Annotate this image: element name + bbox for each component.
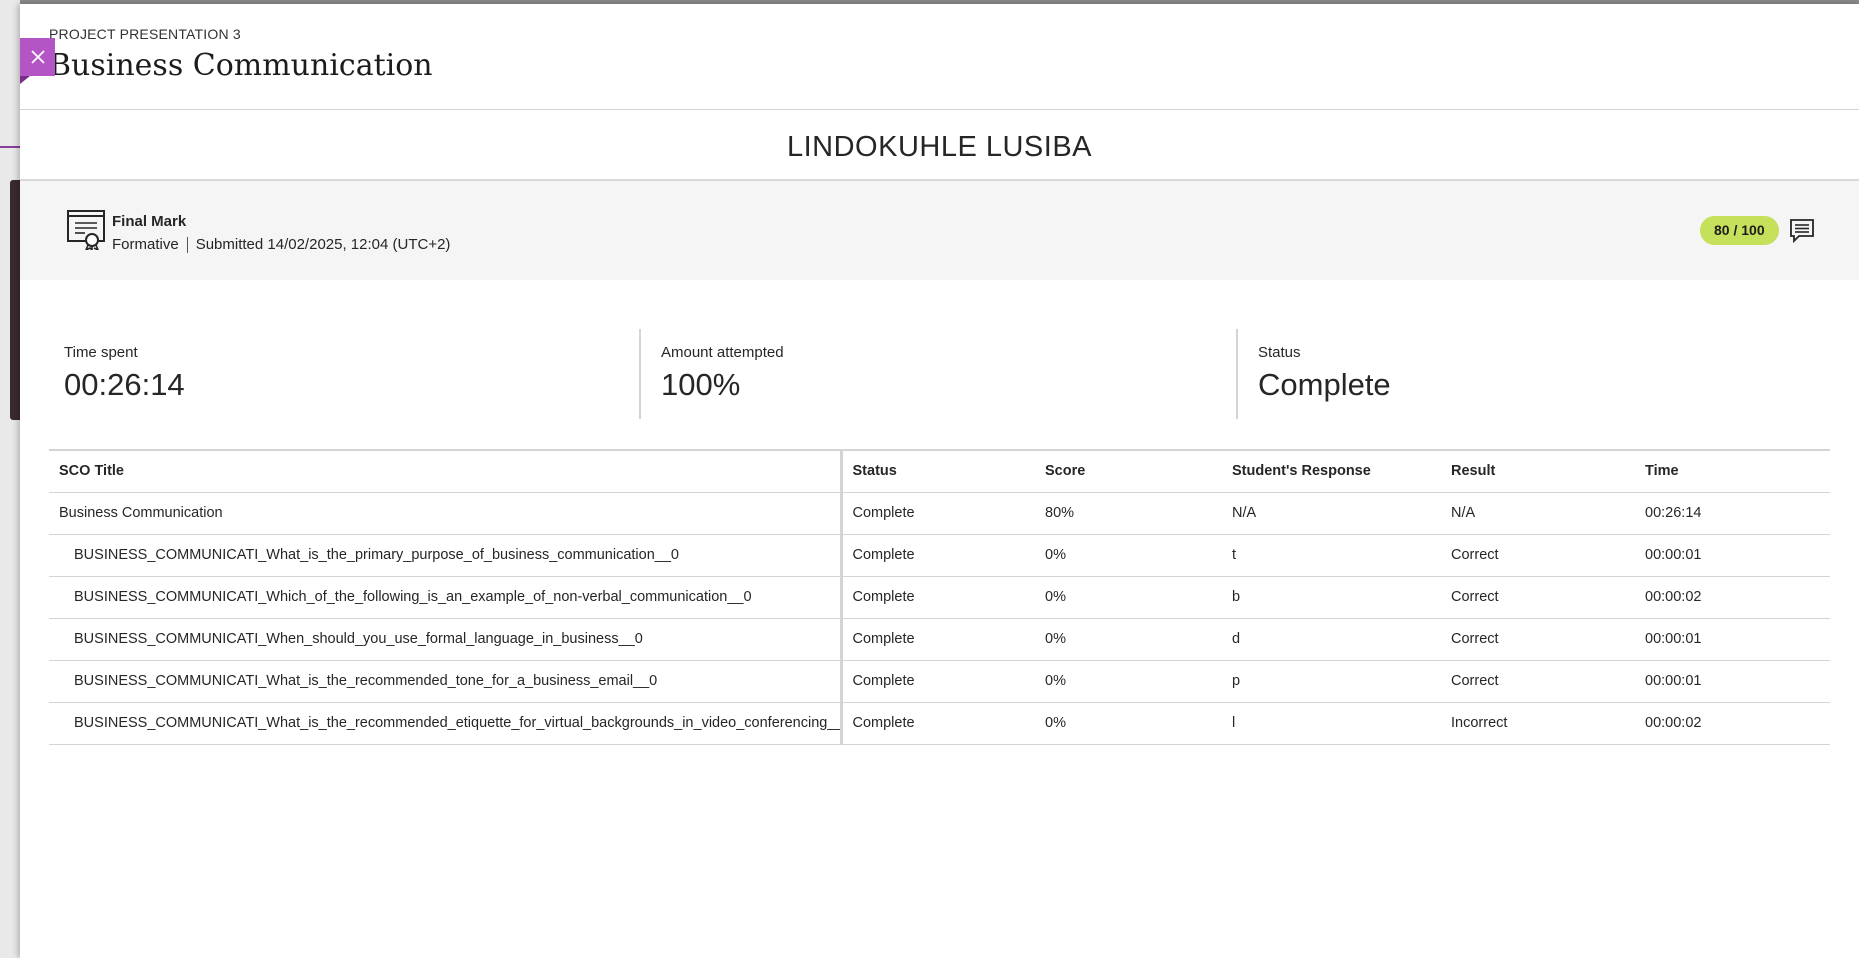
sco-response: d — [1232, 631, 1241, 647]
sco-time: 00:00:01 — [1645, 673, 1702, 689]
sco-status: Complete — [852, 715, 915, 731]
background-image — [10, 180, 20, 420]
sco-result: Correct — [1451, 589, 1499, 605]
grade-info: Final Mark Formative Submitted 14/02/202… — [112, 213, 450, 253]
page-title: Business Communication — [49, 48, 433, 83]
sco-response: t — [1232, 547, 1237, 563]
table-row: BUSINESS_COMMUNICATI_What_is_the_primary… — [49, 534, 1830, 576]
column-header: Time — [1645, 463, 1679, 480]
sco-result: Correct — [1451, 631, 1499, 647]
sco-title: BUSINESS_COMMUNICATI_Which_of_the_follow… — [49, 576, 843, 618]
column-header: Student's Response — [1232, 463, 1371, 480]
amount-attempted-label: Amount attempted — [661, 344, 784, 361]
status-value: Complete — [1258, 367, 1391, 402]
sco-status: Complete — [852, 505, 915, 521]
sco-response: p — [1232, 673, 1241, 689]
sco-status: Complete — [852, 547, 915, 563]
sco-title: BUSINESS_COMMUNICATI_What_is_the_recomme… — [49, 660, 843, 702]
grade-type: Formative — [112, 236, 179, 253]
header-divider — [20, 109, 1859, 110]
sco-time: 00:00:02 — [1645, 715, 1702, 731]
column-header: Status — [852, 463, 897, 480]
table-row: BUSINESS_COMMUNICATI_What_is_the_recomme… — [49, 660, 1830, 702]
sco-response: N/A — [1232, 505, 1257, 521]
sco-result: Correct — [1451, 547, 1499, 563]
grade-meta: Formative Submitted 14/02/2025, 12:04 (U… — [112, 236, 450, 253]
amount-attempted-value: 100% — [661, 367, 741, 402]
sco-response: l — [1232, 715, 1236, 731]
stat-divider — [639, 329, 641, 419]
sco-score: 80% — [1045, 505, 1075, 521]
meta-separator — [186, 236, 188, 253]
sco-result: Incorrect — [1451, 715, 1508, 731]
sco-title: Business Communication — [49, 492, 843, 534]
sco-score: 0% — [1045, 715, 1066, 731]
sco-title: BUSINESS_COMMUNICATI_What_is_the_primary… — [49, 534, 843, 576]
column-header: SCO Title — [49, 450, 843, 492]
sco-score: 0% — [1045, 547, 1066, 563]
sco-time: 00:00:01 — [1645, 631, 1702, 647]
status-label: Status — [1258, 344, 1301, 361]
sco-title: BUSINESS_COMMUNICATI_What_is_the_recomme… — [49, 702, 843, 744]
close-icon — [30, 50, 45, 64]
sco-status: Complete — [852, 673, 915, 689]
student-name: LINDOKUHLE LUSIBA — [786, 131, 1093, 163]
sco-title: BUSINESS_COMMUNICATI_When_should_you_use… — [49, 618, 843, 660]
grade-detail-panel: PROJECT PRESENTATION 3 Business Communic… — [20, 4, 1859, 958]
background-tab — [0, 112, 20, 148]
assignment-kicker: PROJECT PRESENTATION 3 — [49, 26, 241, 42]
background-page — [0, 0, 20, 958]
column-header: Score — [1045, 463, 1086, 480]
table-row: Business Communication Complete 80% N/A … — [49, 492, 1830, 534]
stat-time-spent: Time spent 00:26:14 — [64, 329, 185, 419]
sco-response: b — [1232, 589, 1241, 605]
table-row: BUSINESS_COMMUNICATI_Which_of_the_follow… — [49, 576, 1830, 618]
table-row: BUSINESS_COMMUNICATI_What_is_the_recomme… — [49, 702, 1830, 744]
sco-time: 00:00:02 — [1645, 589, 1702, 605]
sco-time: 00:26:14 — [1645, 505, 1702, 521]
grade-summary-bar: Final Mark Formative Submitted 14/02/202… — [20, 181, 1859, 280]
column-header: Result — [1451, 463, 1496, 480]
time-spent-value: 00:26:14 — [64, 367, 185, 402]
table-header-row: SCO Title Status Score Student's Respons… — [49, 450, 1830, 492]
comment-icon[interactable] — [1789, 218, 1815, 244]
close-button[interactable] — [20, 38, 55, 84]
sco-result: Correct — [1451, 673, 1499, 689]
sco-score: 0% — [1045, 589, 1066, 605]
panel-header: PROJECT PRESENTATION 3 Business Communic… — [49, 26, 433, 83]
sco-table-container: SCO Title Status Score Student's Respons… — [49, 449, 1830, 745]
stat-status: Status Complete — [1258, 329, 1391, 419]
sco-score: 0% — [1045, 631, 1066, 647]
time-spent-label: Time spent — [64, 344, 138, 361]
score-badge[interactable]: 80 / 100 — [1700, 216, 1779, 245]
sco-result: N/A — [1451, 505, 1476, 521]
table-row: BUSINESS_COMMUNICATI_When_should_you_use… — [49, 618, 1830, 660]
stat-amount-attempted: Amount attempted 100% — [661, 329, 784, 419]
sco-status: Complete — [852, 631, 915, 647]
sco-score: 0% — [1045, 673, 1066, 689]
sco-time: 00:00:01 — [1645, 547, 1702, 563]
attempt-stats: Time spent 00:26:14 Amount attempted 100… — [20, 329, 1859, 419]
sco-results-table: SCO Title Status Score Student's Respons… — [49, 449, 1830, 745]
certificate-icon — [67, 210, 105, 250]
stat-divider — [1236, 329, 1238, 419]
grade-label: Final Mark — [112, 213, 187, 230]
sco-status: Complete — [852, 589, 915, 605]
submitted-date: Submitted 14/02/2025, 12:04 (UTC+2) — [195, 236, 451, 253]
